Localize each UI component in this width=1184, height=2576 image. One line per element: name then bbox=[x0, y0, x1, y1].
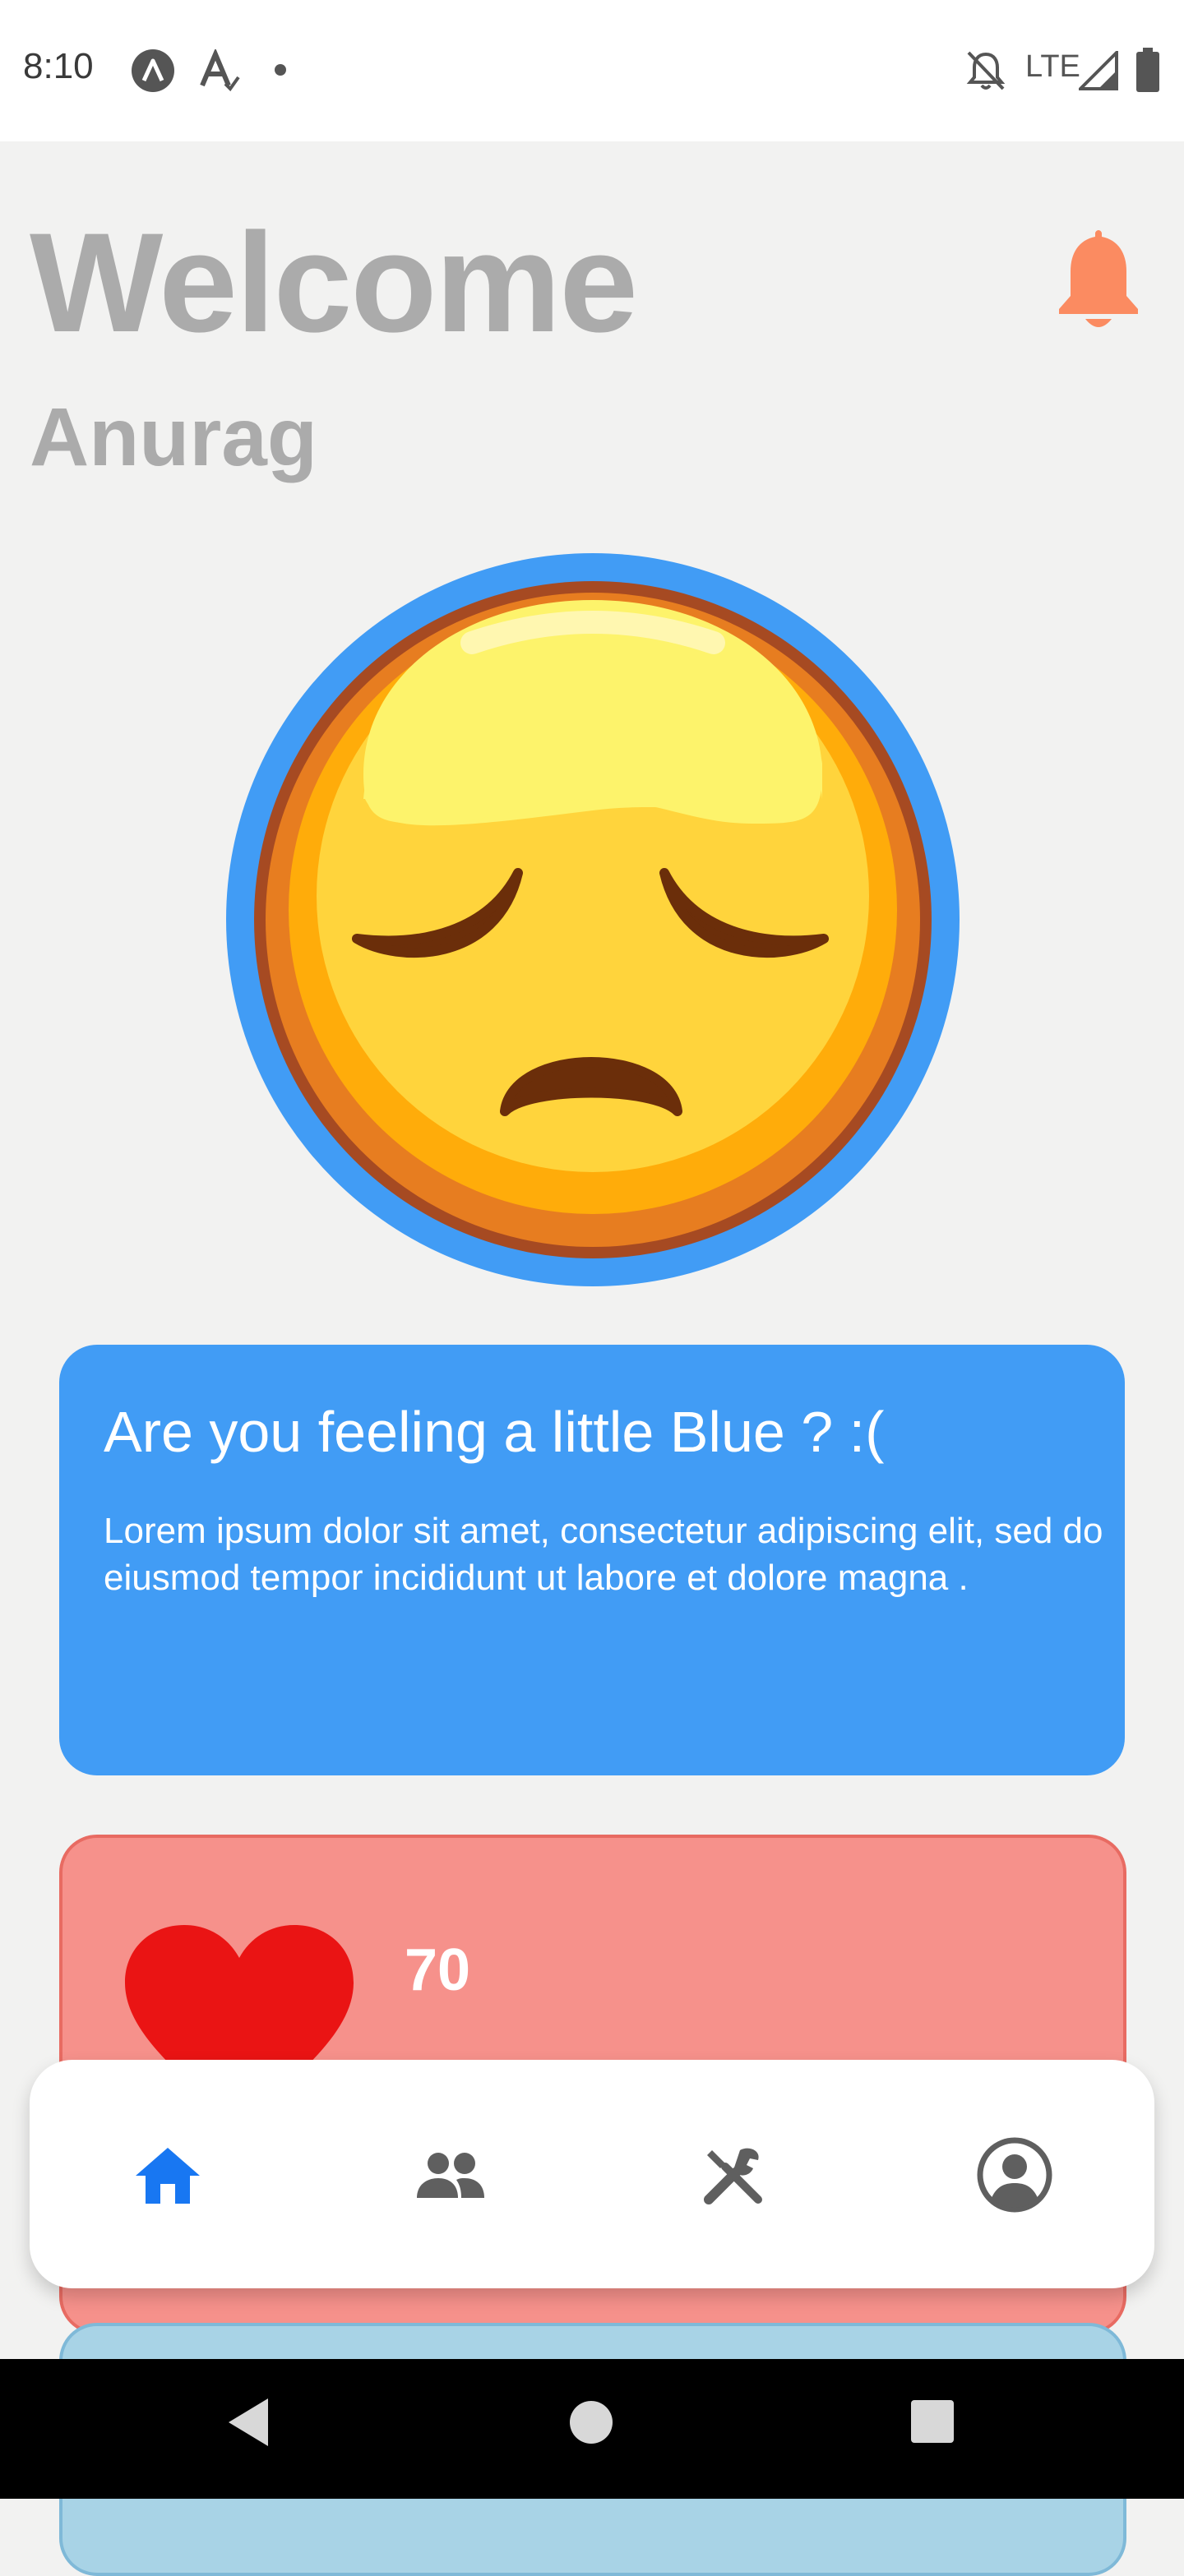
home-icon bbox=[136, 2148, 200, 2204]
network-label: LTE bbox=[1025, 49, 1080, 84]
nav-tools[interactable] bbox=[684, 2126, 783, 2224]
signal-icon bbox=[1079, 51, 1118, 90]
home-button-icon[interactable] bbox=[567, 2398, 615, 2446]
sad-face-icon bbox=[226, 553, 960, 1286]
system-navigation-bar bbox=[0, 2359, 1184, 2499]
tools-icon bbox=[704, 2148, 762, 2204]
font-a-icon bbox=[200, 49, 240, 92]
nav-profile[interactable] bbox=[965, 2126, 1064, 2224]
recents-icon[interactable] bbox=[909, 2398, 955, 2444]
people-icon bbox=[417, 2153, 484, 2198]
page-title: Welcome bbox=[30, 204, 638, 362]
nav-home[interactable] bbox=[118, 2126, 217, 2224]
status-bar: 8:10 LTE bbox=[0, 0, 1184, 141]
battery-icon bbox=[1136, 48, 1159, 92]
account-icon bbox=[977, 2137, 1052, 2213]
username-label: Anurag bbox=[30, 391, 317, 483]
dot-icon bbox=[275, 64, 286, 76]
heart-rate-value: 70 bbox=[405, 1937, 471, 2003]
app-a-icon bbox=[132, 49, 174, 92]
mood-title: Are you feeling a little Blue ? :( bbox=[104, 1400, 885, 1464]
back-icon[interactable] bbox=[225, 2395, 271, 2449]
mood-description: Lorem ipsum dolor sit amet, consectetur … bbox=[104, 1511, 1103, 1598]
bell-icon[interactable] bbox=[1049, 225, 1148, 337]
status-time: 8:10 bbox=[23, 46, 94, 86]
bell-off-icon bbox=[966, 51, 1006, 90]
nav-community[interactable] bbox=[401, 2126, 500, 2224]
bottom-navigation bbox=[30, 2060, 1154, 2288]
mood-card[interactable]: Are you feeling a little Blue ? :( Lorem… bbox=[59, 1345, 1125, 1775]
